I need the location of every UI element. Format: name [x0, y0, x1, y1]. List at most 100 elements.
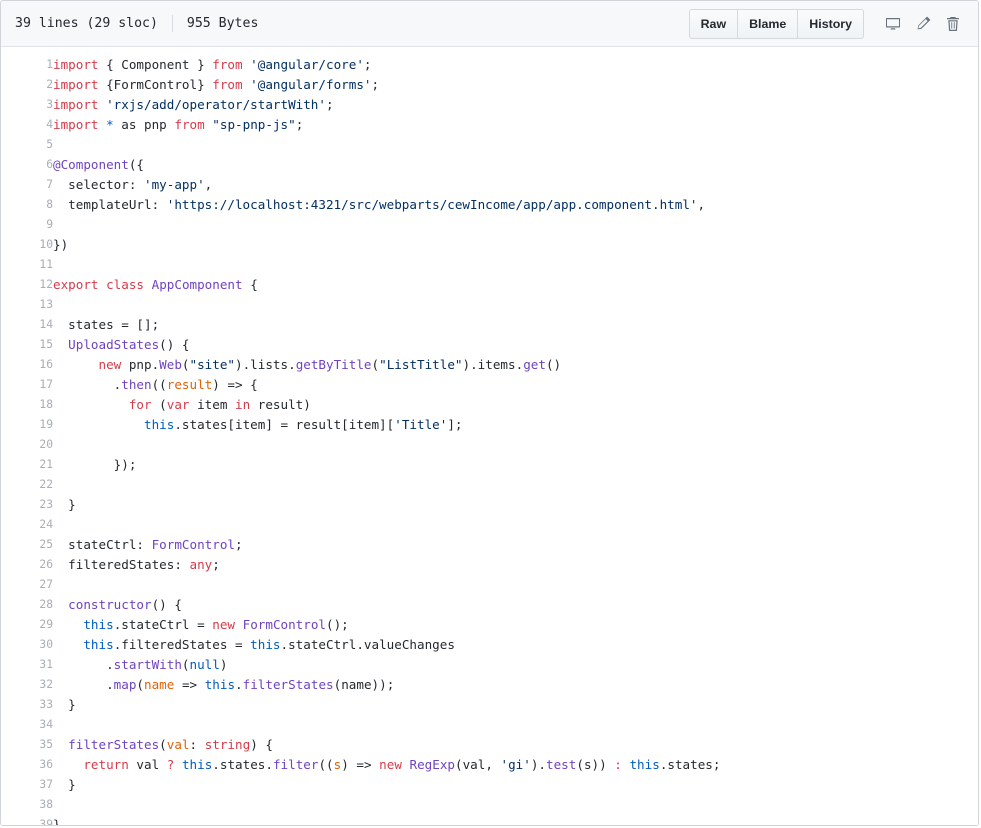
- line-content[interactable]: }): [53, 235, 978, 255]
- line-number[interactable]: 38: [1, 795, 53, 815]
- line-number[interactable]: 23: [1, 495, 53, 515]
- line-number[interactable]: 21: [1, 455, 53, 475]
- line-number[interactable]: 16: [1, 355, 53, 375]
- code-token: states = [];: [53, 317, 160, 332]
- line-number[interactable]: 9: [1, 215, 53, 235]
- line-number[interactable]: 39: [1, 815, 53, 825]
- line-content[interactable]: this.stateCtrl = new FormControl();: [53, 615, 978, 635]
- line-content[interactable]: }: [53, 695, 978, 715]
- line-number[interactable]: 17: [1, 375, 53, 395]
- line-content[interactable]: [53, 295, 978, 315]
- line-number[interactable]: 37: [1, 775, 53, 795]
- line-number[interactable]: 13: [1, 295, 53, 315]
- trash-icon[interactable]: [938, 11, 968, 37]
- code-token: templateUrl:: [53, 197, 167, 212]
- code-body: 1 import { Component } from '@angular/cor…: [1, 55, 978, 825]
- line-number[interactable]: 3: [1, 95, 53, 115]
- line-content[interactable]: [53, 795, 978, 815]
- line-number[interactable]: 2: [1, 75, 53, 95]
- line-content[interactable]: .then((result) => {: [53, 375, 978, 395]
- line-content[interactable]: @Component({: [53, 155, 978, 175]
- line-number[interactable]: 19: [1, 415, 53, 435]
- line-number[interactable]: 7: [1, 175, 53, 195]
- line-content[interactable]: [53, 575, 978, 595]
- raw-button[interactable]: Raw: [689, 9, 739, 38]
- line-content[interactable]: .map(name => this.filterStates(name));: [53, 675, 978, 695]
- line-number[interactable]: 10: [1, 235, 53, 255]
- line-content[interactable]: states = [];: [53, 315, 978, 335]
- line-number[interactable]: 15: [1, 335, 53, 355]
- code-token: ;: [371, 77, 380, 92]
- line-number[interactable]: 24: [1, 515, 53, 535]
- line-content[interactable]: [53, 515, 978, 535]
- line-number[interactable]: 18: [1, 395, 53, 415]
- line-content[interactable]: for (var item in result): [53, 395, 978, 415]
- line-number[interactable]: 34: [1, 715, 53, 735]
- code-token: }: [53, 697, 76, 712]
- line-content[interactable]: [53, 255, 978, 275]
- line-number[interactable]: 4: [1, 115, 53, 135]
- code-token: import: [53, 97, 99, 112]
- line-content[interactable]: });: [53, 455, 978, 475]
- code-token: (name));: [333, 677, 395, 692]
- line-content[interactable]: [53, 135, 978, 155]
- line-content[interactable]: filterStates(val: string) {: [53, 735, 978, 755]
- code-token: ): [219, 657, 228, 672]
- desktop-icon[interactable]: [878, 11, 908, 37]
- line-number[interactable]: 35: [1, 735, 53, 755]
- line-number[interactable]: 36: [1, 755, 53, 775]
- code-token: ).: [530, 757, 547, 772]
- line-content[interactable]: return val ? this.states.filter((s) => n…: [53, 755, 978, 775]
- line-number[interactable]: 14: [1, 315, 53, 335]
- line-content[interactable]: selector: 'my-app',: [53, 175, 978, 195]
- line-content[interactable]: import { Component } from '@angular/core…: [53, 55, 978, 75]
- line-number[interactable]: 31: [1, 655, 53, 675]
- line-content[interactable]: UploadStates() {: [53, 335, 978, 355]
- line-number[interactable]: 1: [1, 55, 53, 75]
- line-content[interactable]: this.states[item] = result[item]['Title'…: [53, 415, 978, 435]
- line-number[interactable]: 30: [1, 635, 53, 655]
- code-line-row: 24: [1, 515, 978, 535]
- line-content[interactable]: filteredStates: any;: [53, 555, 978, 575]
- line-content[interactable]: import 'rxjs/add/operator/startWith';: [53, 95, 978, 115]
- line-content[interactable]: }: [53, 495, 978, 515]
- line-number[interactable]: 27: [1, 575, 53, 595]
- line-content[interactable]: [53, 435, 978, 455]
- line-number[interactable]: 29: [1, 615, 53, 635]
- line-number[interactable]: 6: [1, 155, 53, 175]
- line-content[interactable]: this.filteredStates = this.stateCtrl.val…: [53, 635, 978, 655]
- line-number[interactable]: 28: [1, 595, 53, 615]
- line-number[interactable]: 12: [1, 275, 53, 295]
- line-content[interactable]: constructor() {: [53, 595, 978, 615]
- line-content[interactable]: [53, 715, 978, 735]
- line-number[interactable]: 25: [1, 535, 53, 555]
- line-number[interactable]: 26: [1, 555, 53, 575]
- line-content[interactable]: import {FormControl} from '@angular/form…: [53, 75, 978, 95]
- line-content[interactable]: .startWith(null): [53, 655, 978, 675]
- line-content[interactable]: stateCtrl: FormControl;: [53, 535, 978, 555]
- line-content[interactable]: import * as pnp from "sp-pnp-js";: [53, 115, 978, 135]
- line-content[interactable]: templateUrl: 'https://localhost:4321/src…: [53, 195, 978, 215]
- pencil-icon[interactable]: [908, 11, 938, 37]
- line-number[interactable]: 33: [1, 695, 53, 715]
- line-content[interactable]: }: [53, 815, 978, 825]
- line-content[interactable]: [53, 215, 978, 235]
- line-content[interactable]: [53, 475, 978, 495]
- code-token: this: [250, 637, 281, 652]
- line-number[interactable]: 20: [1, 435, 53, 455]
- line-number[interactable]: 5: [1, 135, 53, 155]
- line-number[interactable]: 22: [1, 475, 53, 495]
- line-number[interactable]: 8: [1, 195, 53, 215]
- line-number[interactable]: 11: [1, 255, 53, 275]
- code-token: ;: [363, 57, 372, 72]
- line-content[interactable]: }: [53, 775, 978, 795]
- code-token: Web: [159, 357, 182, 372]
- blame-button[interactable]: Blame: [738, 9, 799, 38]
- code-token: .: [235, 677, 243, 692]
- line-content[interactable]: new pnp.Web("site").lists.getByTitle("Li…: [53, 355, 978, 375]
- line-number[interactable]: 32: [1, 675, 53, 695]
- line-content[interactable]: export class AppComponent {: [53, 275, 978, 295]
- history-button[interactable]: History: [798, 9, 863, 38]
